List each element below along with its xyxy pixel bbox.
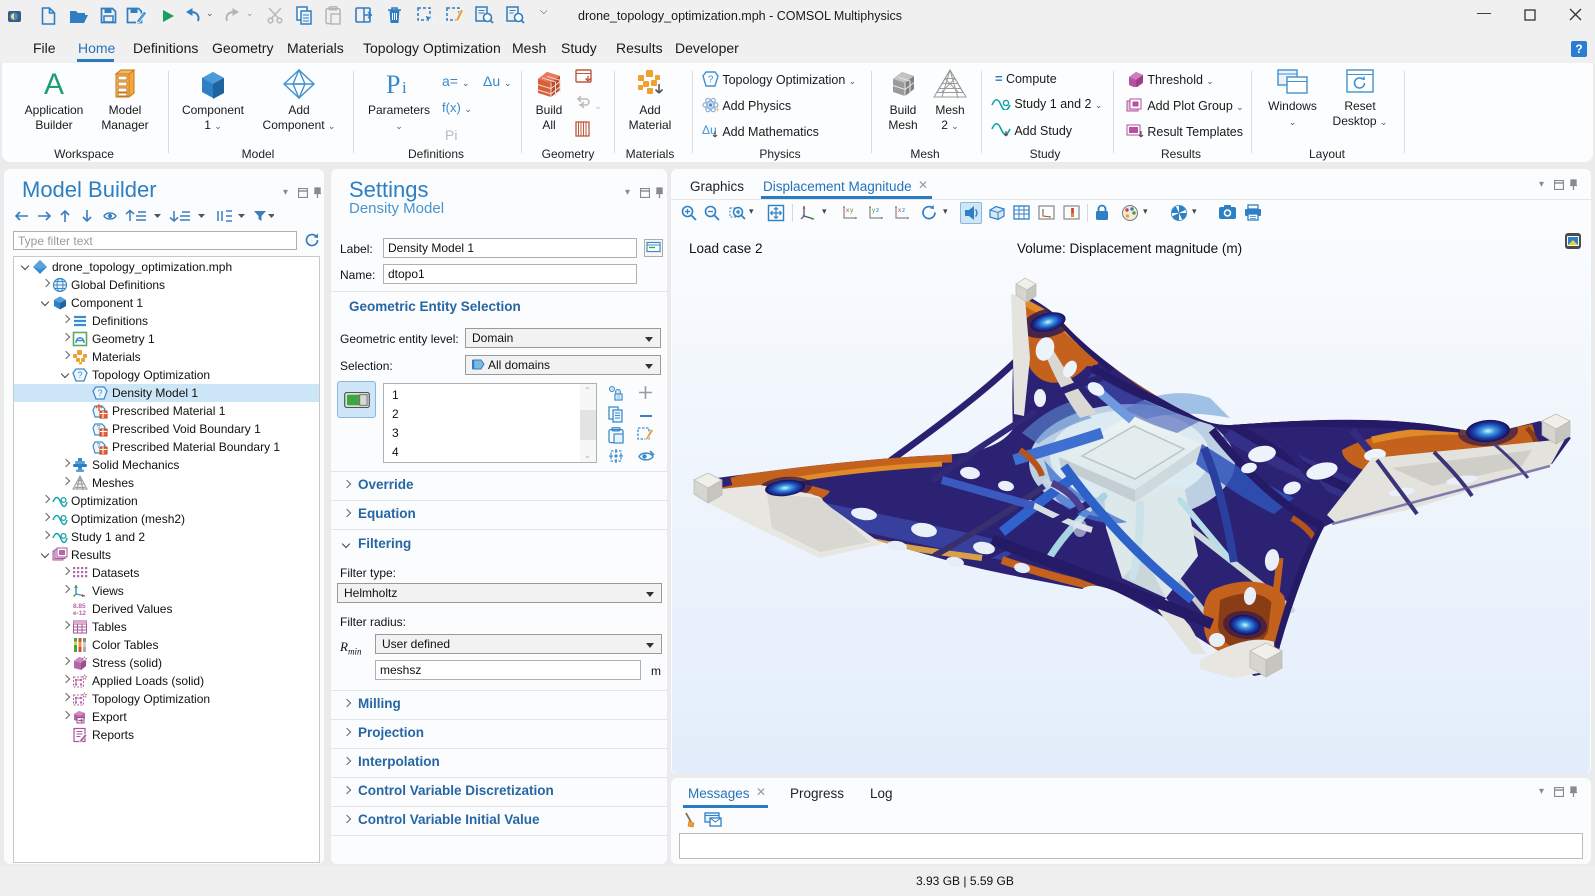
svg-text:y: y [850,207,854,214]
svg-text:+: + [715,105,719,113]
svg-text:z: z [902,207,905,214]
svg-text:A: A [44,69,64,99]
svg-text:z: z [876,207,879,214]
svg-text:P: P [386,70,400,99]
svg-text:?: ? [708,75,714,86]
svg-text:i: i [402,78,407,97]
